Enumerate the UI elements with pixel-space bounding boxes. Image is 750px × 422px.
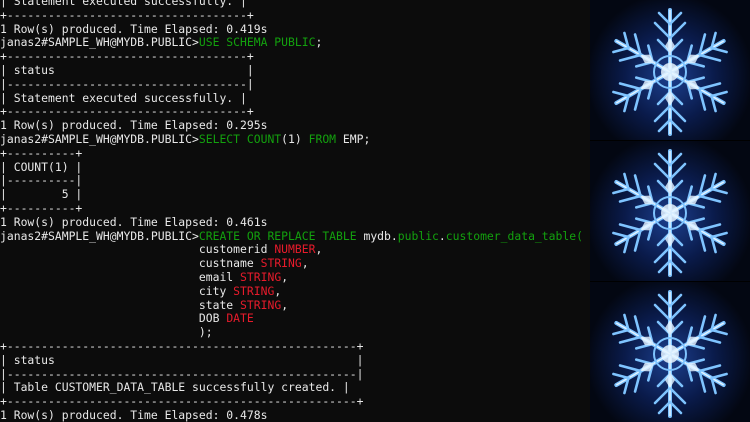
terminal-text: customerid [0,242,275,257]
terminal-line: 1 Row(s) produced. Time Elapsed: 0.295s [0,118,267,132]
terminal-text: email [0,270,241,284]
snowflake-panel [590,141,750,281]
terminal-line: +----------+ [0,201,82,215]
terminal-text: 1 Row(s) produced. Time Elapsed: 0.461s [0,214,268,229]
terminal-line: +---------------------------------------… [0,394,363,408]
terminal-line: janas2#SAMPLE_WH@MYDB.PUBLIC>USE SCHEMA … [0,35,322,49]
terminal-text: | Statement executed successfully. | [0,90,247,105]
terminal-line: | COUNT(1) | [0,160,82,174]
terminal-text: 1 Row(s) produced. Time Elapsed: 0.419s [0,21,268,36]
terminal-text: | Table CUSTOMER_DATA_TABLE successfully… [0,380,350,395]
sql-keyword: FROM [308,132,337,146]
terminal-line: email STRING, [0,270,288,284]
terminal-text: | Statement executed successfully. | [0,0,247,8]
sql-keyword: USE SCHEMA PUBLIC [198,35,316,50]
terminal-text: +-----------------------------------+ [0,104,254,119]
terminal-line: DOB DATE [0,311,254,325]
snowflake-icon [612,149,728,277]
terminal-line: custname STRING, [0,256,309,270]
terminal-line: |---------------------------------------… [0,367,363,381]
terminal-text: . [438,228,446,243]
snowflake-panel [590,0,750,140]
terminal-line: | status | [0,63,254,77]
terminal-text: +----------+ [0,145,83,160]
terminal-line: 1 Row(s) produced. Time Elapsed: 0.419s [0,22,267,36]
terminal-line: +-----------------------------------+ [0,49,254,63]
sql-type: STRING [233,283,275,298]
sql-type: STRING [240,297,282,312]
terminal-line: +---------------------------------------… [0,339,363,353]
sql-keyword: CREATE OR REPLACE TABLE [198,228,357,243]
snowflake-icon [612,8,728,136]
terminal-text: | status | [0,352,364,367]
terminal-text: +-----------------------------------+ [0,7,254,22]
terminal-line: 1 Row(s) produced. Time Elapsed: 0.461s [0,215,267,229]
terminal-text: 1 Row(s) produced. Time Elapsed: 0.295s [0,118,268,133]
terminal-text: |---------------------------------------… [0,366,364,381]
terminal-line: state STRING, [0,298,288,312]
terminal-text: +-----------------------------------+ [0,49,254,64]
terminal-text: , [281,270,289,284]
sql-keyword: SELECT COUNT [198,132,282,146]
terminal-line: ); [0,325,213,339]
snowflake-icon [612,290,728,418]
decorative-image-strip [590,0,750,422]
terminal-text: +---------------------------------------… [0,394,364,409]
terminal-line: | status | [0,353,363,367]
terminal-text: janas2#SAMPLE_WH@MYDB.PUBLIC> [0,35,199,50]
sql-type: STRING [260,256,302,271]
terminal-text: mydb. [356,228,398,243]
snowflake-panel [590,282,750,422]
terminal-line: | Table CUSTOMER_DATA_TABLE successfully… [0,380,350,394]
table-name: customer_data_table( [445,228,583,243]
terminal-text: |-----------------------------------| [0,76,254,91]
terminal-line: city STRING, [0,284,281,298]
terminal-text: janas2#SAMPLE_WH@MYDB.PUBLIC> [0,132,199,146]
terminal-text: custname [0,256,261,271]
terminal-line: janas2#SAMPLE_WH@MYDB.PUBLIC>SELECT COUN… [0,132,370,146]
sql-type: DATE [226,311,254,326]
sql-type: NUMBER [274,242,316,257]
terminal-text: EMP; [336,132,371,146]
terminal-text: , [274,283,282,298]
terminal-text: 1 Row(s) produced. Time Elapsed: 0.478s [0,408,268,422]
terminal-line: 1 Row(s) produced. Time Elapsed: 0.478s [0,408,267,422]
terminal-text: |----------| [0,173,83,188]
terminal-text: , [315,242,323,257]
terminal-text: city [0,283,234,298]
terminal-text: , [301,256,309,271]
terminal-line: janas2#SAMPLE_WH@MYDB.PUBLIC>CREATE OR R… [0,229,583,243]
terminal-text: , [281,297,289,312]
terminal-line: +-----------------------------------+ [0,104,254,118]
terminal-line: |----------| [0,173,82,187]
terminal-text: +---------------------------------------… [0,339,364,353]
terminal-line: | Statement executed successfully. | [0,91,247,105]
terminal-line: |-----------------------------------| [0,77,254,91]
terminal-window[interactable]: | Statement executed successfully. | +---… [0,0,590,422]
terminal-text: ; [315,35,323,50]
terminal-text: state [0,297,241,312]
terminal-text: | 5 | [0,187,83,202]
sql-keyword: public [397,228,439,243]
terminal-text: janas2#SAMPLE_WH@MYDB.PUBLIC> [0,228,199,243]
terminal-line: | Statement executed successfully. | [0,0,247,8]
terminal-line: +----------+ [0,146,82,160]
terminal-text: +----------+ [0,201,83,215]
terminal-line: | 5 | [0,187,82,201]
terminal-text: | COUNT(1) | [0,159,83,174]
terminal-text: (1) [281,132,309,146]
terminal-text: ); [0,325,213,340]
sql-type: STRING [240,270,282,284]
terminal-line: customerid NUMBER, [0,242,322,256]
terminal-line: +-----------------------------------+ [0,8,254,22]
terminal-text: | status | [0,63,254,77]
terminal-text: DOB [0,311,227,326]
